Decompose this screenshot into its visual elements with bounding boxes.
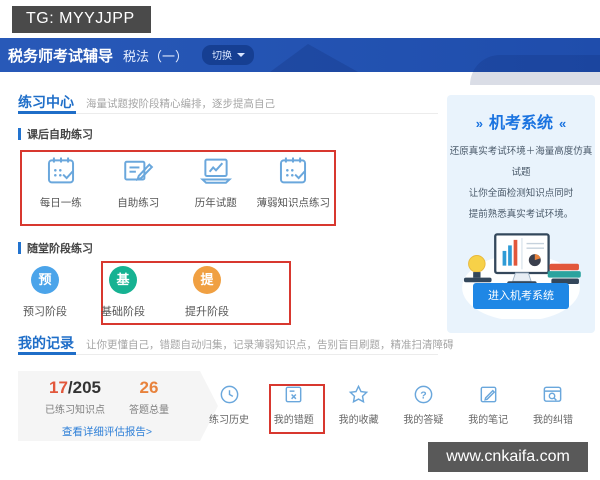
title-decoration-left: » — [475, 116, 483, 131]
basic-stage-label: 基础阶段 — [101, 306, 145, 318]
stats-panel: 17/205 已练习知识点 26 答题总量 查看详细评估报告> — [18, 371, 218, 441]
doc-pencil-icon — [124, 160, 154, 181]
answered-total-value: 26 — [139, 378, 159, 397]
practiced-points-label: 已练习知识点 — [45, 405, 105, 416]
view-report-link[interactable]: 查看详细评估报告> — [18, 424, 196, 439]
search-doc-icon — [544, 386, 562, 402]
weak-points-practice-label: 薄弱知识点练习 — [256, 197, 331, 209]
exam-desc-line: 提前熟悉真实考试环境。 — [468, 209, 574, 220]
answered-total-stat: 26 答题总量 — [129, 378, 169, 416]
improve-stage-badge: 提 — [193, 266, 221, 294]
my-records-header: 我的记录 让你更懂自己，错题自动归集，记录薄弱知识点，告别盲目刷题，精准扫清障碍 — [18, 333, 454, 353]
my-wrong-questions-label: 我的错题 — [273, 415, 314, 426]
svg-text:?: ? — [420, 389, 426, 401]
past-exams-label: 历年试题 — [194, 197, 237, 209]
self-study-practice-label: 自助练习 — [117, 197, 160, 209]
exam-desc-line: 还原真实考试环境＋海量高度仿真试题 — [449, 146, 593, 178]
exam-desc-line: 让你全面检测知识点同时 — [468, 188, 574, 199]
self-study-practice-item[interactable]: 自助练习 — [100, 154, 178, 210]
header-decoration — [470, 55, 600, 85]
app-title: 税务师考试辅导 — [8, 47, 114, 65]
basic-stage-item[interactable]: 基 基础阶段 — [88, 266, 158, 319]
practiced-points-stat: 17/205 已练习知识点 — [45, 378, 105, 416]
self-practice-label-text: 课后自助练习 — [27, 129, 93, 141]
my-corrections-label: 我的纠错 — [532, 415, 573, 426]
stage-practice-label-text: 随堂阶段练习 — [27, 243, 93, 255]
practiced-points-value: 17 — [48, 378, 68, 397]
practice-center-title: 练习中心 — [18, 94, 74, 110]
practiced-points-total: /205 — [67, 378, 101, 397]
records-actions-row: 练习历史 我的错题 我的收藏 ? 我的答疑 我的笔记 我的纠错 — [200, 383, 582, 426]
my-records-title: 我的记录 — [18, 335, 74, 351]
improve-stage-label: 提升阶段 — [185, 306, 229, 318]
daily-practice-item[interactable]: 每日一练 — [22, 154, 100, 210]
title-decoration-right: « — [559, 116, 567, 131]
my-notes-button[interactable]: 我的笔记 — [459, 383, 517, 426]
divider — [18, 354, 438, 355]
exam-system-description: 还原真实考试环境＋海量高度仿真试题 让你全面检测知识点同时 提前熟悉真实考试环境… — [447, 141, 595, 225]
section-bar — [18, 242, 21, 254]
clock-icon — [220, 385, 238, 404]
preview-stage-item[interactable]: 预 预习阶段 — [10, 266, 80, 319]
my-corrections-button[interactable]: 我的纠错 — [524, 383, 582, 426]
switch-label: 切换 — [212, 51, 233, 62]
daily-practice-label: 每日一练 — [39, 197, 82, 209]
section-bar — [18, 128, 21, 140]
weak-points-practice-item[interactable]: 薄弱知识点练习 — [255, 154, 333, 210]
my-questions-label: 我的答疑 — [403, 415, 444, 426]
title-underline — [18, 352, 76, 355]
doc-x-icon — [285, 386, 302, 403]
page: TG: MYYJJPP 税务师考试辅导 税法（一） 切换 练习中心 海量试题按阶… — [0, 0, 600, 480]
note-pencil-icon — [480, 386, 497, 403]
calendar-check-icon — [280, 157, 307, 184]
star-icon — [348, 384, 369, 404]
divider — [18, 113, 438, 114]
practice-center-subtitle: 海量试题按阶段精心编排，逐步提高自己 — [86, 98, 275, 110]
my-records-subtitle: 让你更懂自己，错题自动归集，记录薄弱知识点，告别盲目刷题，精准扫清障碍 — [86, 339, 454, 351]
my-favorites-label: 我的收藏 — [338, 415, 379, 426]
laptop-chart-icon — [199, 158, 232, 184]
my-questions-button[interactable]: ? 我的答疑 — [394, 383, 452, 426]
chevron-down-icon — [237, 52, 246, 57]
self-practice-section-label: 课后自助练习 — [18, 126, 93, 142]
my-favorites-button[interactable]: 我的收藏 — [330, 383, 388, 426]
my-notes-label: 我的笔记 — [468, 415, 509, 426]
preview-stage-label: 预习阶段 — [23, 306, 67, 318]
improve-stage-item[interactable]: 提 提升阶段 — [172, 266, 242, 319]
my-wrong-questions-button[interactable]: 我的错题 — [265, 383, 323, 426]
practice-history-button[interactable]: 练习历史 — [200, 383, 258, 426]
answered-total-label: 答题总量 — [129, 405, 169, 416]
exam-system-title: » 机考系统 « — [447, 109, 595, 133]
watermark-top-badge: TG: MYYJJPP — [12, 6, 151, 33]
exam-system-title-text: 机考系统 — [488, 115, 553, 132]
stage-practice-section-label: 随堂阶段练习 — [18, 240, 93, 256]
practice-center-header: 练习中心 海量试题按阶段精心编排，逐步提高自己 — [18, 92, 275, 112]
current-subject: 税法（一） — [123, 48, 189, 64]
past-exams-item[interactable]: 历年试题 — [177, 154, 255, 210]
question-icon: ? — [414, 385, 433, 404]
title-underline — [18, 111, 76, 114]
switch-subject-button[interactable]: 切换 — [202, 45, 255, 65]
header-decoration — [270, 44, 358, 72]
preview-stage-badge: 预 — [31, 266, 59, 294]
exam-system-panel: » 机考系统 « 还原真实考试环境＋海量高度仿真试题 让你全面检测知识点同时 提前熟… — [447, 95, 595, 333]
calendar-check-icon — [47, 157, 74, 184]
practice-history-label: 练习历史 — [209, 415, 249, 426]
self-practice-row: 每日一练 自助练习 历年试题 薄弱知识点练习 — [22, 154, 332, 210]
watermark-bottom-badge: www.cnkaifa.com — [428, 442, 588, 472]
basic-stage-badge: 基 — [109, 266, 137, 294]
enter-exam-system-button[interactable]: 进入机考系统 — [473, 283, 569, 309]
